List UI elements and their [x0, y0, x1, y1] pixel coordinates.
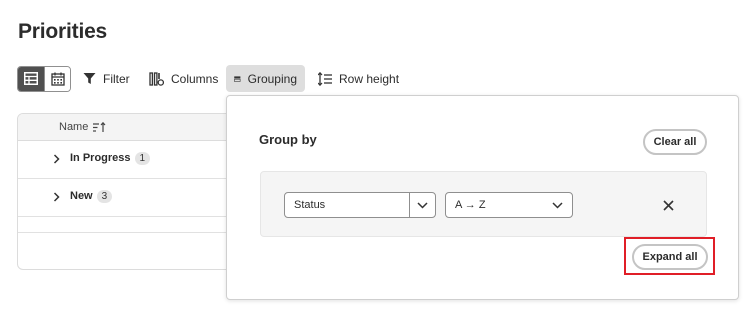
close-icon: [662, 199, 674, 211]
grouping-icon: [234, 75, 241, 82]
filter-label: Filter: [103, 71, 130, 86]
group-field-select[interactable]: Status: [284, 192, 436, 218]
group-label: New: [70, 190, 93, 202]
page-title: Priorities: [18, 20, 108, 43]
columns-label: Columns: [171, 71, 219, 86]
row-height-label: Row height: [339, 71, 400, 86]
sort-order-value: A → Z: [455, 199, 486, 211]
column-name-label: Name: [59, 121, 89, 133]
table-view-button[interactable]: [18, 66, 44, 91]
group-by-title: Group by: [259, 132, 317, 147]
chevron-right-icon[interactable]: [53, 191, 60, 202]
chevron-down-icon: [417, 201, 428, 209]
grouping-button[interactable]: Grouping: [226, 65, 305, 92]
filter-icon: [83, 73, 96, 84]
group-row-in-progress[interactable]: In Progress 1: [18, 141, 256, 179]
group-field-dropdown-button[interactable]: [409, 193, 435, 217]
sort-order-picker[interactable]: A → Z: [445, 192, 573, 218]
empty-row: [18, 217, 256, 233]
table-view-icon: [24, 72, 38, 85]
group-field-value: Status: [294, 199, 326, 211]
group-label: In Progress: [70, 152, 131, 164]
remove-group-button[interactable]: [658, 195, 678, 215]
filter-button[interactable]: Filter: [75, 65, 138, 92]
clear-all-button[interactable]: Clear all: [643, 129, 707, 155]
group-row-new[interactable]: New 3: [18, 179, 256, 217]
toolbar: [17, 65, 71, 92]
row-height-button[interactable]: Row height: [310, 65, 407, 92]
view-toggle: [17, 65, 71, 92]
columns-button[interactable]: Columns: [141, 65, 226, 92]
column-header-name[interactable]: Name: [59, 121, 106, 133]
row-height-icon: [318, 71, 332, 86]
chevron-right-icon[interactable]: [53, 153, 60, 164]
chevron-down-icon: [552, 201, 563, 209]
grouping-label: Grouping: [247, 71, 297, 86]
data-grid: Name In Progress 1 New 3: [17, 113, 257, 270]
count-badge: 3: [96, 190, 113, 203]
calendar-view-icon: [50, 72, 65, 86]
grid-header: Name: [18, 114, 256, 141]
highlight-box: [624, 237, 715, 275]
count-badge: 1: [134, 152, 151, 165]
group-rule-row: Status A → Z: [260, 171, 707, 237]
calendar-view-button[interactable]: [44, 66, 70, 91]
columns-icon: [149, 71, 164, 86]
sort-icon: [93, 121, 106, 132]
